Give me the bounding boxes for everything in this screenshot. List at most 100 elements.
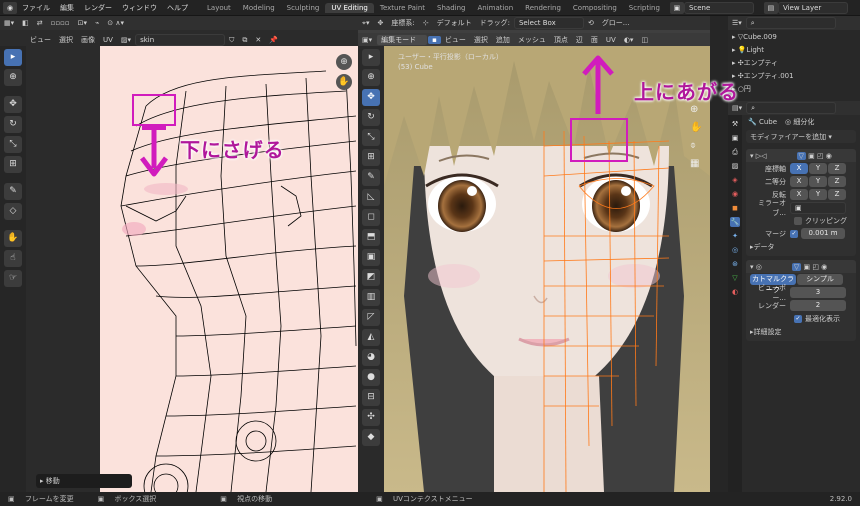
- vp-rotate-tool-icon[interactable]: ↻: [362, 109, 380, 126]
- tab-modeling[interactable]: Modeling: [237, 3, 281, 13]
- levels-viewport-field[interactable]: 3: [790, 287, 846, 298]
- viewport-menu-face[interactable]: 面: [587, 35, 602, 45]
- uv-menu-view[interactable]: ビュー: [26, 35, 55, 45]
- select-mode-icons[interactable]: ▫▫▫▫: [47, 19, 74, 27]
- mirror-axis-x[interactable]: X: [790, 163, 808, 174]
- outliner-item[interactable]: ▸ ✣ エンプティ.001: [728, 69, 860, 82]
- mirror-data-subpanel[interactable]: ▸ データ: [746, 240, 856, 253]
- vp-shrink-tool-icon[interactable]: ✣: [362, 409, 380, 426]
- advanced-subpanel[interactable]: ▸ 詳細設定: [746, 325, 856, 338]
- merge-checkbox[interactable]: ✓: [790, 229, 798, 238]
- vp-extrude-tool-icon[interactable]: ⬒: [362, 229, 380, 246]
- bisect-z[interactable]: Z: [828, 176, 846, 187]
- tab-compositing[interactable]: Compositing: [567, 3, 623, 13]
- move-tool-icon[interactable]: ✥: [4, 96, 22, 113]
- vp-pan-icon[interactable]: ✋: [690, 122, 704, 136]
- annotate-tool-icon[interactable]: ✎: [4, 183, 22, 200]
- add-modifier-button[interactable]: モディファイアーを追加 ▾: [746, 130, 856, 143]
- viewport-canvas[interactable]: [384, 46, 710, 492]
- tool-tab-icon[interactable]: ⚒: [730, 119, 740, 129]
- mode-dropdown[interactable]: 編集モード: [376, 34, 429, 46]
- scale-tool-icon[interactable]: ⤡: [4, 136, 22, 153]
- bisect-y[interactable]: Y: [809, 176, 827, 187]
- material-tab-icon[interactable]: ◐: [730, 287, 740, 297]
- merge-distance-field[interactable]: 0.001 m: [801, 228, 845, 239]
- mirror-modifier-header[interactable]: ▾ ▷◁ ▽ ▣ ◰ ◉: [746, 149, 856, 162]
- grab-tool-icon[interactable]: ✋: [4, 230, 22, 247]
- vp-cursor-tool-icon[interactable]: ⊕: [362, 69, 380, 86]
- pinch-tool-icon[interactable]: ☞: [4, 270, 22, 287]
- tab-rendering[interactable]: Rendering: [519, 3, 567, 13]
- xray-icon[interactable]: ◫: [637, 36, 652, 44]
- viewport-menu-view[interactable]: ビュー: [441, 35, 470, 45]
- scene-selector[interactable]: Scene: [683, 1, 754, 14]
- outliner-type-icon[interactable]: ☰▾: [728, 19, 746, 27]
- flip-y[interactable]: Y: [809, 189, 827, 200]
- vp-measure-tool-icon[interactable]: ◺: [362, 189, 380, 206]
- levels-render-field[interactable]: 2: [790, 300, 846, 311]
- modifier-tab-icon[interactable]: 🔧: [730, 217, 740, 227]
- optimal-display-row[interactable]: ✓ 最適化表示: [746, 312, 856, 325]
- vp-add-cube-tool-icon[interactable]: ◻: [362, 209, 380, 226]
- last-operator-panel[interactable]: ▸ 移動: [36, 474, 132, 488]
- blender-logo-icon[interactable]: ◉: [3, 1, 17, 14]
- select-mode-vertex-icon[interactable]: ▪: [428, 36, 441, 44]
- menu-window[interactable]: ウィンドウ: [117, 3, 162, 13]
- tab-uv-editing[interactable]: UV Editing: [325, 2, 374, 13]
- menu-edit[interactable]: 編集: [55, 3, 79, 13]
- rotate-tool-icon[interactable]: ↻: [4, 116, 22, 133]
- uv-canvas[interactable]: [26, 46, 358, 492]
- properties-type-icon[interactable]: ▤▾: [728, 104, 746, 112]
- world-tab-icon[interactable]: ◉: [730, 189, 740, 199]
- select-box-tool-icon[interactable]: ▸: [4, 49, 22, 66]
- flip-x[interactable]: X: [790, 189, 808, 200]
- vp-grid-icon[interactable]: ▦: [690, 158, 704, 172]
- uv-menu-uv[interactable]: UV: [99, 36, 117, 44]
- menu-file[interactable]: ファイル: [17, 3, 55, 13]
- mirror-object-field[interactable]: ▣: [790, 201, 846, 214]
- cursor-tool-icon[interactable]: ⊕: [4, 69, 22, 86]
- rip-tool-icon[interactable]: ◇: [4, 203, 22, 220]
- output-tab-icon[interactable]: ⎙: [730, 147, 740, 157]
- outliner-search-input[interactable]: ⌕: [745, 17, 836, 29]
- constraints-tab-icon[interactable]: ⊛: [730, 259, 740, 269]
- menu-help[interactable]: ヘルプ: [162, 3, 193, 13]
- tab-sculpting[interactable]: Sculpting: [281, 3, 326, 13]
- relax-tool-icon[interactable]: ☝: [4, 250, 22, 267]
- clipping-checkbox[interactable]: [794, 216, 802, 225]
- view-layer-selector[interactable]: View Layer: [777, 1, 848, 14]
- subsurf-modifier-header[interactable]: ▾ ◎ ▽ ▣ ◰ ◉: [746, 260, 856, 273]
- snap-icon[interactable]: ⌁: [91, 19, 103, 27]
- viewport-menu-select[interactable]: 選択: [470, 35, 492, 45]
- viewport-menu-mesh[interactable]: メッシュ: [514, 35, 550, 45]
- tab-shading[interactable]: Shading: [431, 3, 471, 13]
- menu-render[interactable]: レンダー: [79, 3, 117, 13]
- sticky-select-icon[interactable]: ⊡▾: [74, 19, 91, 27]
- viewport-menu-add[interactable]: 追加: [492, 35, 514, 45]
- viewport-editor-icon[interactable]: ▣▾: [358, 36, 376, 44]
- image-name-field[interactable]: skin: [135, 34, 226, 46]
- vp-knife-tool-icon[interactable]: ◸: [362, 309, 380, 326]
- vp-polybuild-tool-icon[interactable]: ◭: [362, 329, 380, 346]
- viewport-menu-edge[interactable]: 辺: [572, 35, 587, 45]
- outliner-item[interactable]: ▸ ▽ Cube.009: [728, 30, 860, 43]
- tab-layout[interactable]: Layout: [201, 3, 237, 13]
- outliner-item[interactable]: ▸ 💡 Light: [728, 43, 860, 56]
- tab-texture-paint[interactable]: Texture Paint: [374, 3, 431, 13]
- tab-animation[interactable]: Animation: [471, 3, 519, 13]
- object-tab-icon[interactable]: ◼: [730, 203, 740, 213]
- outliner-item[interactable]: ▸ ✣ エンプティ: [728, 56, 860, 69]
- outliner-item[interactable]: ▸ ○ 円: [728, 82, 860, 95]
- mirror-axis-z[interactable]: Z: [828, 163, 846, 174]
- select-tool-icon[interactable]: ◧: [18, 19, 33, 27]
- render-tab-icon[interactable]: ▣: [730, 133, 740, 143]
- vp-transform-tool-icon[interactable]: ⊞: [362, 149, 380, 166]
- proportional-icon[interactable]: ⊙ ∧▾: [103, 19, 128, 27]
- vp-scale-tool-icon[interactable]: ⤡: [362, 129, 380, 146]
- mirror-axis-y[interactable]: Y: [809, 163, 827, 174]
- editor-type-icon[interactable]: ▦▾: [0, 19, 18, 27]
- view-layer-tab-icon[interactable]: ▨: [730, 161, 740, 171]
- fake-user-icon[interactable]: ⛉: [225, 36, 238, 45]
- vp-edgeslide-tool-icon[interactable]: ⊟: [362, 389, 380, 406]
- physics-tab-icon[interactable]: ◎: [730, 245, 740, 255]
